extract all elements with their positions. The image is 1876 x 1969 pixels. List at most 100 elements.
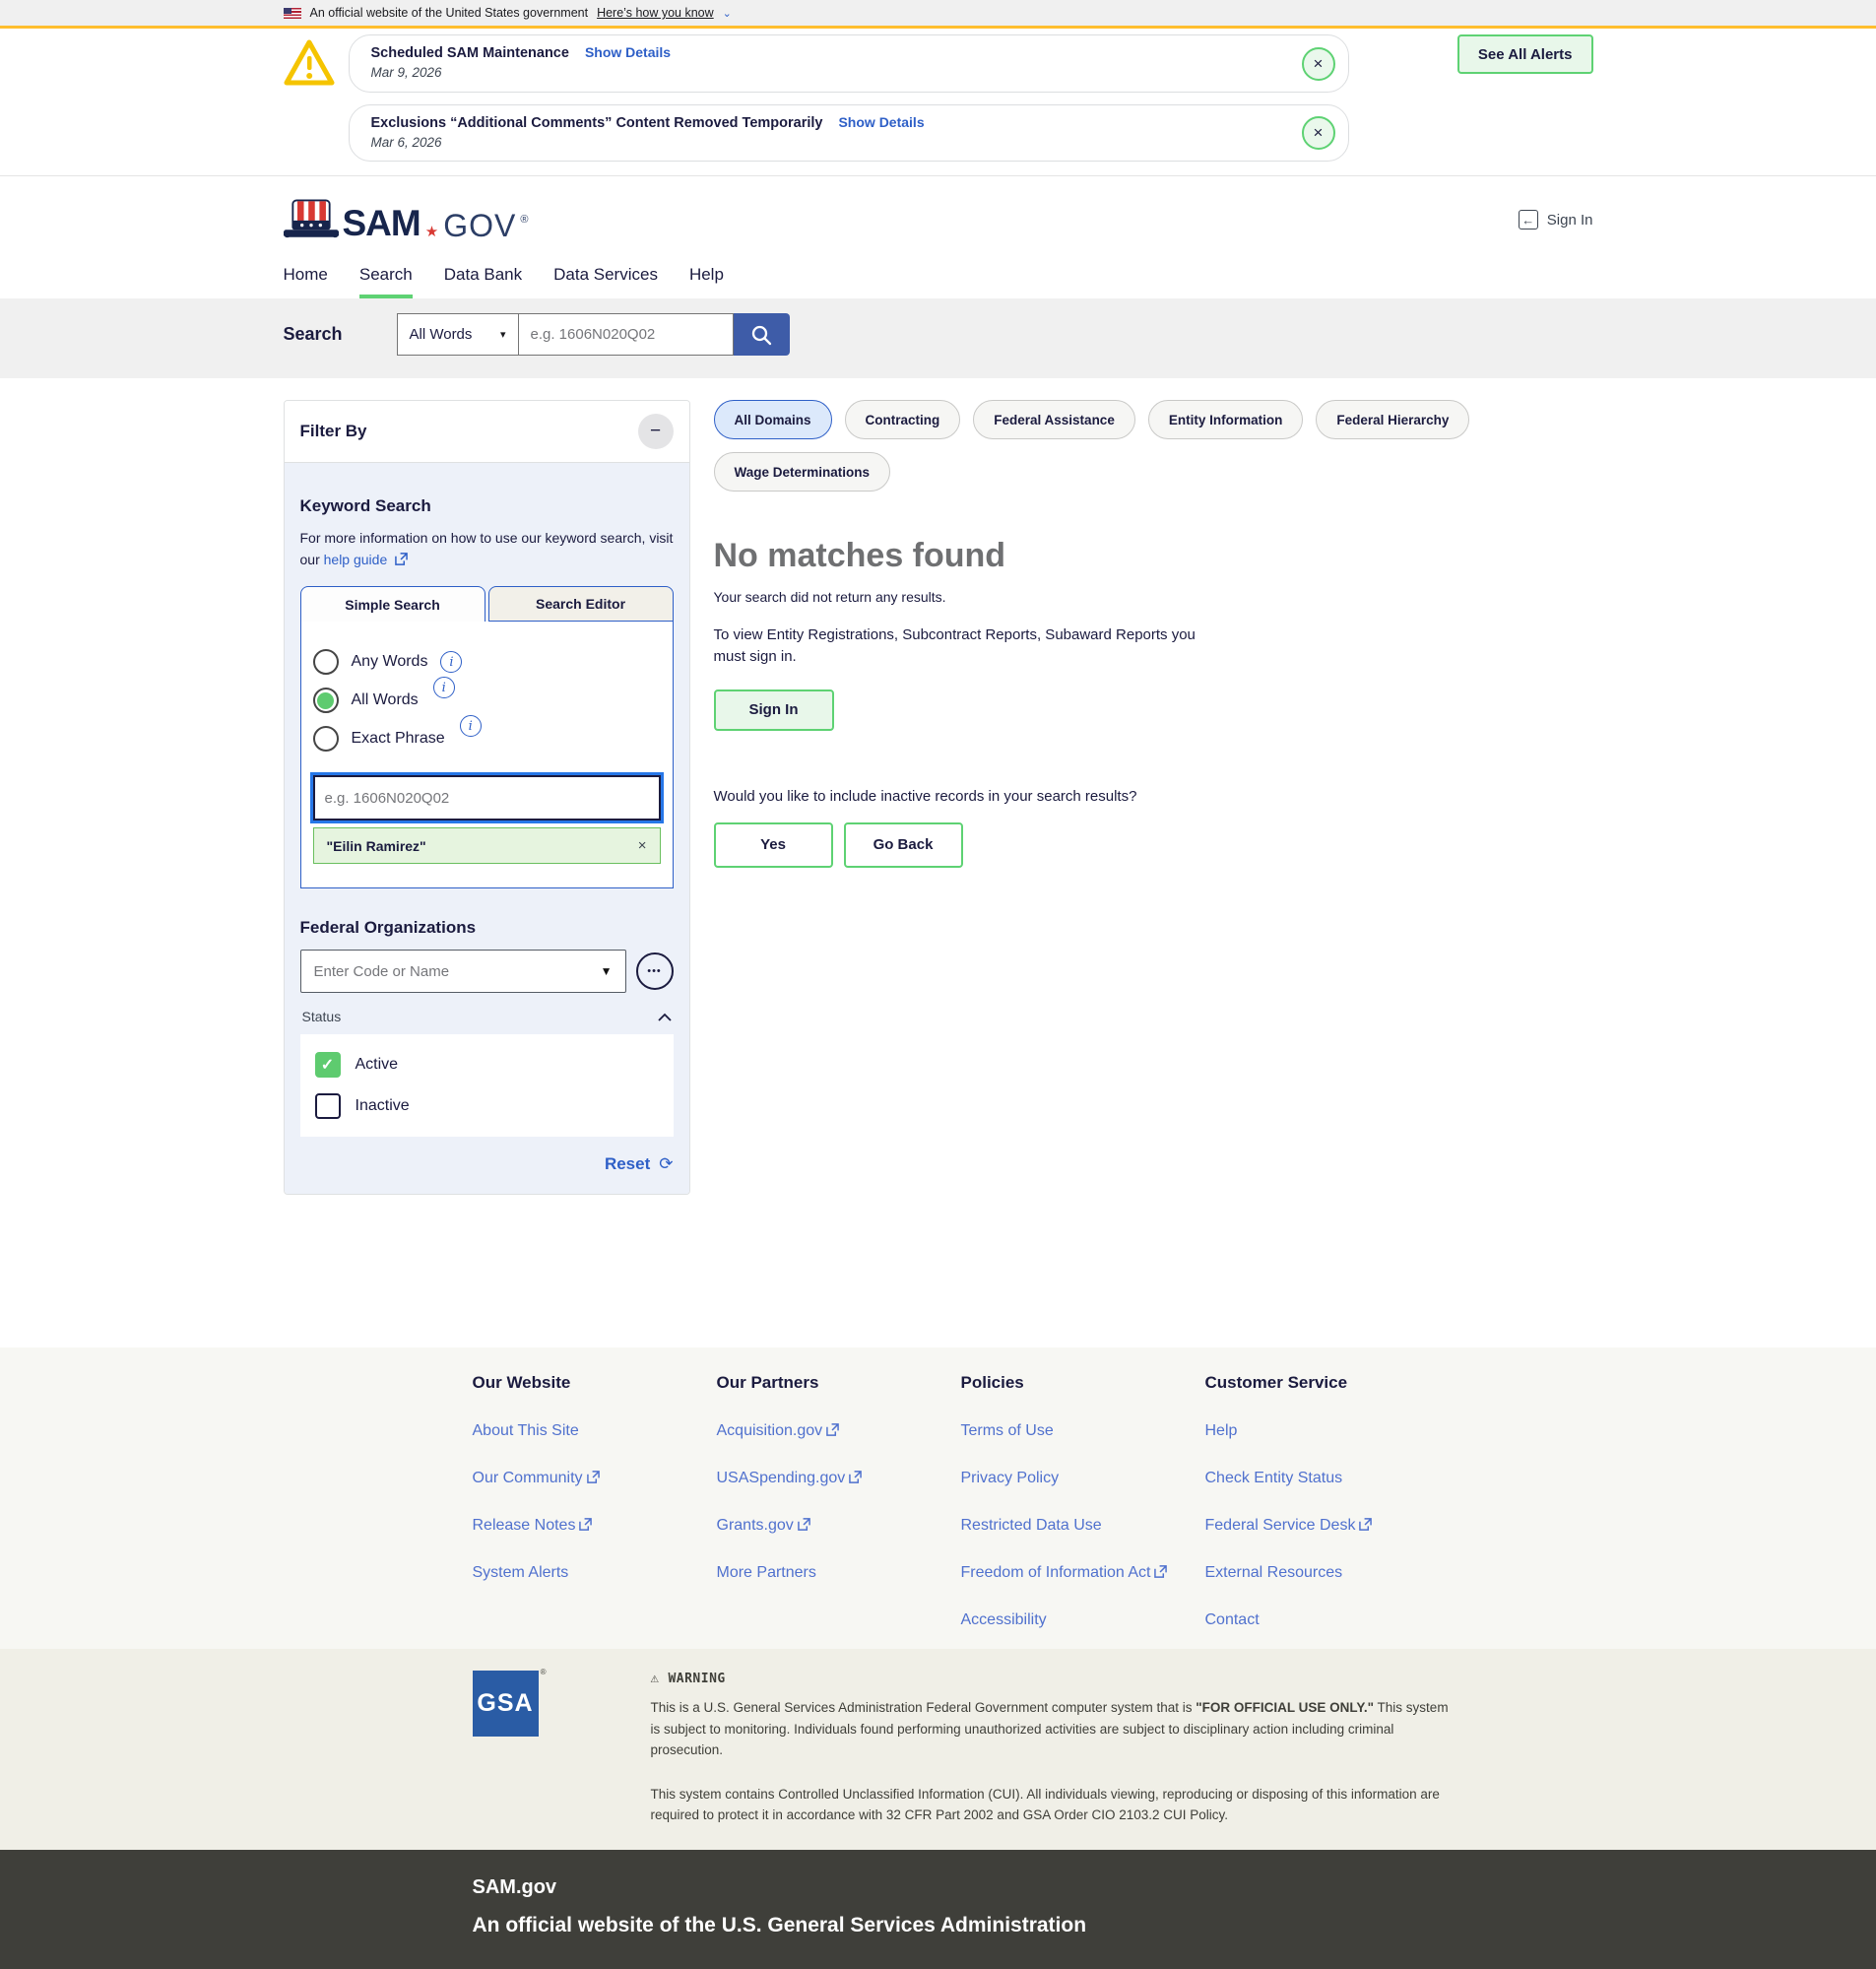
warning-triangle-icon xyxy=(284,38,335,88)
radio-any-words-label: Any Words xyxy=(352,653,428,671)
footer-link-release-notes[interactable]: Release Notes xyxy=(473,1517,717,1535)
no-results-text: Your search did not return any results. xyxy=(714,589,1593,605)
nav-item-home[interactable]: Home xyxy=(284,265,328,298)
nav-item-search[interactable]: Search xyxy=(359,265,413,298)
check-icon: ✓ xyxy=(321,1055,334,1075)
search-mode-value: All Words xyxy=(410,326,473,343)
footer-link-federal-service-desk[interactable]: Federal Service Desk xyxy=(1205,1517,1450,1535)
chevron-up-icon[interactable] xyxy=(658,1013,672,1021)
alert-date: Mar 9, 2026 xyxy=(371,65,1279,80)
remove-chip-icon[interactable]: × xyxy=(638,837,647,854)
footer-link-contact[interactable]: Contact xyxy=(1205,1611,1450,1629)
footer-link-label: Our Community xyxy=(473,1470,583,1486)
warning-bold-text: "FOR OFFICIAL USE ONLY." xyxy=(1196,1700,1374,1715)
sam-gov-logo[interactable]: SAM ★ GOV ® xyxy=(284,198,529,241)
ellipsis-icon: ••• xyxy=(647,965,662,977)
info-icon[interactable]: i xyxy=(440,651,462,673)
footer-link-label: Freedom of Information Act xyxy=(961,1564,1151,1581)
federal-organizations-placeholder: Enter Code or Name xyxy=(314,963,450,980)
global-search-input[interactable] xyxy=(519,313,734,356)
radio-exact-phrase[interactable] xyxy=(313,726,339,752)
footer-link-about-this-site[interactable]: About This Site xyxy=(473,1422,717,1440)
sign-in-note: To view Entity Registrations, Subcontrac… xyxy=(714,624,1206,668)
footer-col-policies: Policies Terms of Use Privacy Policy Res… xyxy=(961,1373,1205,1629)
results-area: All Domains Contracting Federal Assistan… xyxy=(690,400,1593,868)
close-icon[interactable]: × xyxy=(1302,47,1335,81)
gsa-logo: GSA xyxy=(473,1671,539,1737)
footer-col-our-partners: Our Partners Acquisition.gov USASpending… xyxy=(717,1373,961,1629)
pill-all-domains[interactable]: All Domains xyxy=(714,400,832,439)
external-link-icon xyxy=(798,1518,810,1531)
external-link-icon xyxy=(579,1518,592,1531)
external-link-icon xyxy=(1154,1565,1167,1578)
footer-col-heading: Customer Service xyxy=(1205,1373,1450,1393)
yes-button[interactable]: Yes xyxy=(714,822,833,868)
tab-simple-search[interactable]: Simple Search xyxy=(300,586,485,622)
footer-link-usaspending-gov[interactable]: USASpending.gov xyxy=(717,1470,961,1487)
header-sign-in-link[interactable]: ← Sign In xyxy=(1519,210,1593,230)
alert-right-spacer xyxy=(1349,104,1593,162)
collapse-filters-button[interactable]: − xyxy=(638,414,674,449)
federal-organizations-select[interactable]: Enter Code or Name ▼ xyxy=(300,950,626,993)
footer-link-help[interactable]: Help xyxy=(1205,1422,1450,1440)
checkbox-active-label: Active xyxy=(356,1056,399,1074)
checkbox-active[interactable]: ✓ xyxy=(315,1052,341,1078)
pill-contracting[interactable]: Contracting xyxy=(845,400,961,439)
show-details-link[interactable]: Show Details xyxy=(838,114,924,130)
footer-link-acquisition-gov[interactable]: Acquisition.gov xyxy=(717,1422,961,1440)
nav-item-data-services[interactable]: Data Services xyxy=(553,265,658,298)
search-icon xyxy=(749,323,773,347)
global-search-band: Search All Words ▾ xyxy=(0,298,1876,378)
include-inactive-question: Would you like to include inactive recor… xyxy=(714,788,1593,805)
footer-link-accessibility[interactable]: Accessibility xyxy=(961,1611,1205,1629)
footer-col-heading: Our Website xyxy=(473,1373,717,1393)
alert-title: Scheduled SAM Maintenance xyxy=(371,45,569,61)
footer-link-system-alerts[interactable]: System Alerts xyxy=(473,1564,717,1582)
info-icon[interactable]: i xyxy=(460,715,482,737)
heres-how-you-know-link[interactable]: Here’s how you know xyxy=(597,6,714,20)
info-icon[interactable]: i xyxy=(433,677,455,698)
keyword-search-input[interactable] xyxy=(313,775,661,820)
reset-filters-link[interactable]: Reset xyxy=(605,1154,650,1174)
footer-link-restricted-data-use[interactable]: Restricted Data Use xyxy=(961,1517,1205,1535)
warning-paragraph-1: This is a U.S. General Services Administ… xyxy=(651,1697,1458,1761)
search-mode-select[interactable]: All Words ▾ xyxy=(397,313,519,356)
radio-any-words[interactable] xyxy=(313,649,339,675)
keyword-chip: "Eilin Ramirez" × xyxy=(313,827,661,864)
footer-link-grants-gov[interactable]: Grants.gov xyxy=(717,1517,961,1535)
see-all-alerts-button[interactable]: See All Alerts xyxy=(1457,34,1593,74)
footer-official-line: An official website of the U.S. General … xyxy=(473,1914,1593,1937)
sign-in-label: Sign In xyxy=(1547,212,1593,229)
close-icon[interactable]: × xyxy=(1302,116,1335,150)
footer-link-check-entity-status[interactable]: Check Entity Status xyxy=(1205,1470,1450,1487)
pill-federal-assistance[interactable]: Federal Assistance xyxy=(973,400,1135,439)
primary-nav: Home Search Data Bank Data Services Help xyxy=(284,265,1593,298)
nav-item-data-bank[interactable]: Data Bank xyxy=(444,265,522,298)
tab-search-editor[interactable]: Search Editor xyxy=(488,586,674,622)
status-options-box: ✓ Active Inactive xyxy=(300,1034,674,1137)
pill-federal-hierarchy[interactable]: Federal Hierarchy xyxy=(1316,400,1469,439)
footer-link-terms-of-use[interactable]: Terms of Use xyxy=(961,1422,1205,1440)
nav-item-help[interactable]: Help xyxy=(689,265,724,298)
pill-wage-determinations[interactable]: Wage Determinations xyxy=(714,452,891,492)
alert-maintenance: Scheduled SAM Maintenance Show Details M… xyxy=(349,34,1349,93)
external-link-icon xyxy=(587,1471,600,1483)
minus-icon: − xyxy=(650,421,661,442)
footer-link-more-partners[interactable]: More Partners xyxy=(717,1564,961,1582)
external-link-icon xyxy=(826,1423,839,1436)
search-submit-button[interactable] xyxy=(734,313,790,356)
footer-link-our-community[interactable]: Our Community xyxy=(473,1470,717,1487)
help-guide-link[interactable]: help guide xyxy=(324,552,388,567)
footer-link-privacy-policy[interactable]: Privacy Policy xyxy=(961,1470,1205,1487)
radio-all-words[interactable] xyxy=(313,688,339,713)
checkbox-inactive[interactable] xyxy=(315,1093,341,1119)
footer-link-external-resources[interactable]: External Resources xyxy=(1205,1564,1450,1582)
caret-down-icon: ▼ xyxy=(601,964,613,978)
footer-link-foia[interactable]: Freedom of Information Act xyxy=(961,1564,1205,1582)
show-details-link[interactable]: Show Details xyxy=(585,44,671,60)
more-options-button[interactable]: ••• xyxy=(636,952,674,990)
no-matches-heading: No matches found xyxy=(714,537,1593,575)
pill-entity-information[interactable]: Entity Information xyxy=(1148,400,1304,439)
sign-in-button[interactable]: Sign In xyxy=(714,689,834,731)
go-back-button[interactable]: Go Back xyxy=(844,822,963,868)
